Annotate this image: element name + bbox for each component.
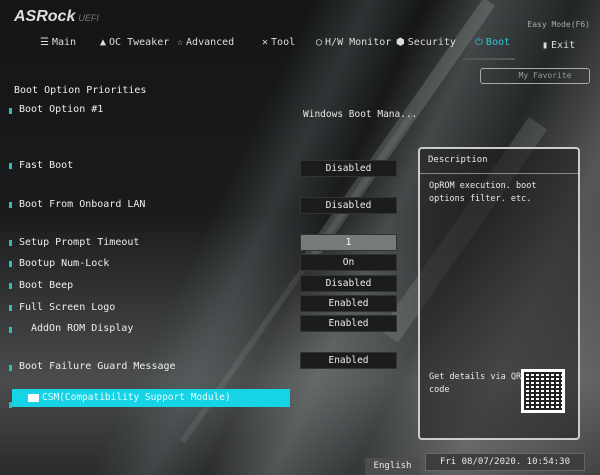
- bullet-icon: [9, 240, 12, 246]
- num-lock-value[interactable]: On: [300, 254, 397, 271]
- rocket-icon: ▲: [100, 37, 107, 48]
- language-button[interactable]: English: [365, 458, 420, 475]
- tab-main[interactable]: ☰ Main: [40, 37, 76, 48]
- setting-boot-beep[interactable]: Boot Beep: [19, 280, 73, 291]
- setting-bootup-num-lock[interactable]: Bootup Num-Lock: [19, 258, 109, 269]
- tools-icon: ✕: [262, 37, 269, 48]
- tab-security[interactable]: ⬢ Security: [396, 37, 456, 48]
- divider: [420, 173, 578, 174]
- description-text: OpROM execution. boot options filter. et…: [429, 181, 537, 204]
- list-icon: ☰: [40, 37, 49, 48]
- setting-full-screen-logo[interactable]: Full Screen Logo: [19, 302, 115, 313]
- description-panel: Description OpROM execution. boot option…: [418, 147, 580, 440]
- tab-boot[interactable]: ⏻ Boot: [475, 37, 510, 48]
- boot-failure-guard-value[interactable]: Enabled: [300, 352, 397, 369]
- tab-label: Advanced: [186, 37, 235, 48]
- tab-tool[interactable]: ✕ Tool: [262, 37, 295, 48]
- setting-setup-prompt-timeout[interactable]: Setup Prompt Timeout: [19, 237, 139, 248]
- exit-door-icon: ▮: [542, 40, 549, 51]
- bullet-icon: [9, 327, 12, 333]
- tab-hw-monitor[interactable]: ◯ H/W Monitor: [316, 37, 391, 48]
- star-icon: ☆: [177, 37, 184, 48]
- my-favorite-button[interactable]: My Favorite: [480, 68, 590, 84]
- description-title: Description: [428, 155, 488, 165]
- setting-boot-option-1[interactable]: Boot Option #1: [19, 104, 103, 115]
- shield-icon: ⬢: [396, 37, 405, 48]
- section-title: Boot Option Priorities: [14, 85, 147, 96]
- boot-beep-value[interactable]: Disabled: [300, 275, 397, 292]
- bullet-icon: [9, 108, 12, 114]
- setting-boot-failure-guard-message[interactable]: Boot Failure Guard Message: [19, 361, 176, 372]
- folder-icon: [28, 394, 39, 402]
- tab-label: Main: [51, 37, 77, 48]
- tab-label: Security: [407, 37, 456, 48]
- easy-mode-button[interactable]: Easy Mode(F6): [527, 20, 590, 29]
- setting-boot-from-onboard-lan[interactable]: Boot From Onboard LAN: [19, 199, 145, 210]
- tab-label: Exit: [551, 40, 576, 51]
- bullet-icon: [9, 261, 12, 267]
- monitor-icon: ◯: [316, 37, 323, 48]
- bullet-icon: [9, 305, 12, 311]
- setting-addon-rom-display[interactable]: AddOn ROM Display: [31, 323, 133, 334]
- addon-rom-display-value[interactable]: Enabled: [300, 315, 397, 332]
- active-tab-underline: [463, 58, 515, 60]
- qr-caption: Get details via QR code: [429, 372, 522, 395]
- power-icon: ⏻: [475, 37, 483, 48]
- qr-code-icon: [521, 369, 565, 413]
- bullet-icon: [9, 202, 12, 208]
- tab-label: Tool: [271, 37, 296, 48]
- tab-label: Boot: [485, 37, 511, 48]
- tab-exit[interactable]: ▮ Exit: [542, 40, 575, 51]
- setting-fast-boot[interactable]: Fast Boot: [19, 160, 73, 171]
- datetime-display: Fri 08/07/2020. 10:54:30: [425, 453, 585, 471]
- tab-advanced[interactable]: ☆ Advanced: [177, 37, 234, 48]
- csm-submenu[interactable]: CSM(Compatibility Support Module): [12, 389, 290, 407]
- asrock-logo: ASRock UEFI: [14, 8, 99, 26]
- bullet-icon: [9, 163, 12, 169]
- brand-suffix: UEFI: [78, 13, 99, 23]
- brand: ASRock: [14, 8, 76, 25]
- full-screen-logo-value[interactable]: Enabled: [300, 295, 397, 312]
- onboard-lan-value[interactable]: Disabled: [300, 197, 397, 214]
- fast-boot-value[interactable]: Disabled: [300, 160, 397, 177]
- tab-label: H/W Monitor: [325, 37, 392, 48]
- boot-option-1-value[interactable]: Windows Boot Mana...: [303, 109, 417, 120]
- tab-oc-tweaker[interactable]: ▲ OC Tweaker: [100, 37, 169, 48]
- tab-label: OC Tweaker: [109, 37, 170, 48]
- bullet-icon: [9, 283, 12, 289]
- csm-label: CSM(Compatibility Support Module): [42, 392, 231, 403]
- setup-prompt-timeout-value[interactable]: 1: [300, 234, 397, 251]
- bullet-icon: [9, 365, 12, 371]
